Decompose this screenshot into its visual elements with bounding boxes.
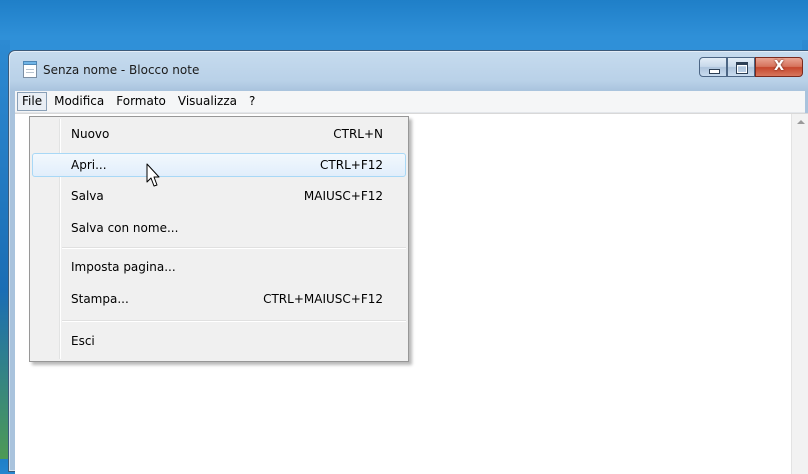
menu-item-label: Apri...: [71, 158, 107, 172]
minimize-icon: [709, 69, 720, 74]
menu-item-imposta-pagina[interactable]: Imposta pagina...: [32, 255, 406, 279]
menu-item-esci[interactable]: Esci: [32, 329, 406, 353]
close-icon: X: [773, 59, 785, 74]
menu-item-shortcut: MAIUSC+F12: [303, 189, 383, 203]
menu-item-apri[interactable]: Apri... CTRL+F12: [32, 153, 406, 177]
menu-item-label: Stampa...: [71, 292, 129, 306]
menu-help[interactable]: ?: [244, 92, 260, 111]
maximize-icon: [736, 62, 748, 74]
menu-separator: [62, 320, 406, 322]
menu-file[interactable]: File: [17, 92, 48, 111]
file-menu-dropdown: Nuovo CTRL+N Apri... CTRL+F12 Salva MAIU…: [29, 116, 409, 362]
minimize-button[interactable]: [699, 57, 727, 77]
menu-item-stampa[interactable]: Stampa... CTRL+MAIUSC+F12: [32, 287, 406, 311]
menu-modifica[interactable]: Modifica: [49, 92, 109, 111]
maximize-button[interactable]: [727, 57, 755, 77]
menu-item-label: Nuovo: [71, 127, 110, 141]
menu-separator: [62, 247, 406, 249]
menu-item-label: Salva: [71, 189, 104, 203]
menu-item-label: Esci: [71, 334, 95, 348]
menu-visualizza[interactable]: Visualizza: [173, 92, 242, 111]
menu-item-label: Imposta pagina...: [71, 260, 176, 274]
menu-item-nuovo[interactable]: Nuovo CTRL+N: [32, 122, 406, 146]
menu-item-shortcut: CTRL+MAIUSC+F12: [263, 292, 383, 306]
vertical-scrollbar[interactable]: [791, 114, 808, 474]
close-button[interactable]: X: [755, 57, 803, 77]
menu-item-shortcut: CTRL+N: [333, 127, 383, 141]
menu-item-shortcut: CTRL+F12: [320, 158, 383, 172]
menu-item-salva[interactable]: Salva MAIUSC+F12: [32, 184, 406, 208]
title-bar[interactable]: Senza nome - Blocco note X: [9, 51, 808, 89]
caption-buttons: X: [699, 57, 803, 77]
notepad-icon[interactable]: [23, 61, 37, 78]
menu-bar: File Modifica Formato Visualizza ?: [15, 91, 805, 113]
menu-item-label: Salva con nome...: [71, 221, 179, 235]
window-title: Senza nome - Blocco note: [43, 63, 200, 77]
scroll-up-arrow-icon[interactable]: [797, 120, 805, 124]
mouse-pointer-icon: [146, 163, 160, 187]
menu-formato[interactable]: Formato: [111, 92, 171, 111]
menu-item-salva-con-nome[interactable]: Salva con nome...: [32, 216, 406, 240]
